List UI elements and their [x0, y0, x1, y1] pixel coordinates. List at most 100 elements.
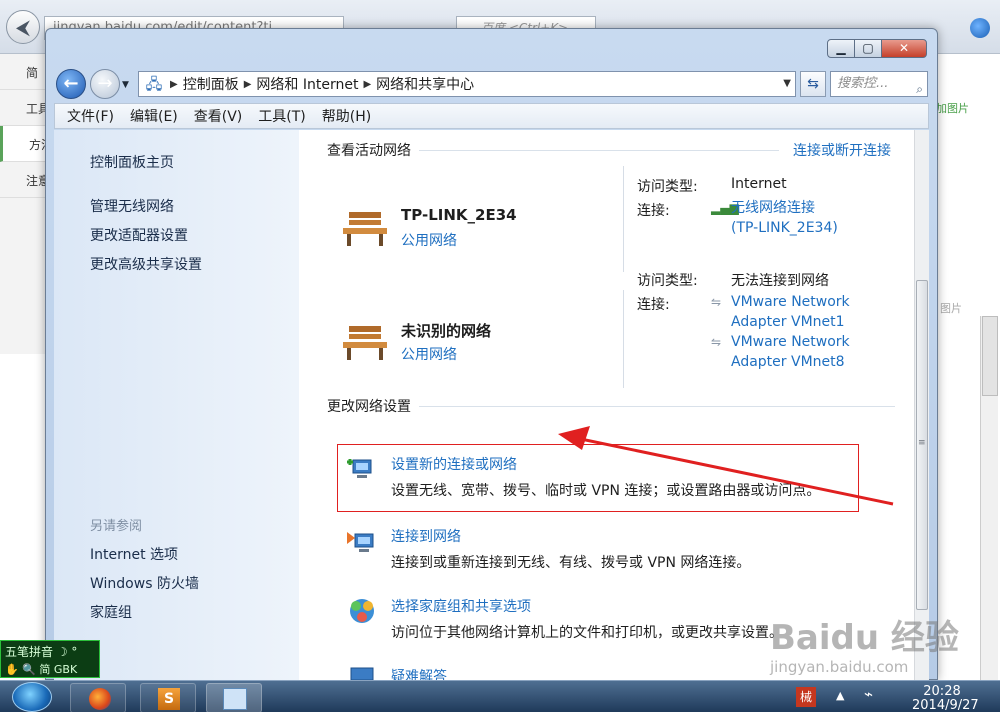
browser-left-item-active[interactable]: 方法 — [0, 126, 48, 162]
chevron-down-icon[interactable]: ▼ — [783, 78, 791, 89]
network-type-link[interactable]: 公用网络 — [401, 230, 457, 250]
watermark-logo-text: Baidu 经验 — [770, 618, 959, 658]
browser-back-icon[interactable]: ⮜ — [6, 10, 40, 44]
vmnet1-connection-link[interactable]: ⇋ VMware Network Adapter VMnet1 — [711, 292, 850, 332]
adapter-cable-icon: ⇋ — [711, 295, 722, 309]
taskbar-firefox-button[interactable] — [70, 683, 126, 712]
search-input[interactable]: 搜索控... ⌕ — [830, 71, 928, 97]
browser-scroll-thumb[interactable] — [982, 316, 998, 396]
adapter-cable-icon: ⇋ — [711, 335, 722, 349]
search-icon[interactable]: ⌕ — [916, 77, 923, 96]
ime-toolbar[interactable]: 五笔拼音 ☽ ° ✋ 🔍 简 GBK — [0, 640, 100, 678]
access-type-label: 访问类型: — [637, 273, 698, 289]
window-content: 控制面板主页 管理无线网络 更改适配器设置 更改高级共享设置 另请参阅 Inte… — [54, 130, 929, 685]
menu-bar: 文件(F) 编辑(E) 查看(V) 工具(T) 帮助(H) — [54, 103, 929, 129]
sidebar-item-homegroup[interactable]: 家庭组 — [90, 602, 132, 622]
ime-mode-label[interactable]: 五笔拼音 ☽ ° — [5, 643, 77, 660]
active-networks-title: 查看活动网络 — [327, 143, 411, 159]
browser-left-panel: 简 工具 方法 注意 — [0, 54, 48, 354]
task-title-link[interactable]: 选择家庭组和共享选项 — [391, 596, 531, 616]
taskbar-network-window-button[interactable] — [206, 683, 262, 712]
access-type-label: 访问类型: — [637, 179, 698, 195]
menu-tools[interactable]: 工具(T) — [258, 106, 305, 126]
connect-disconnect-link[interactable]: 连接或断开连接 — [793, 140, 891, 160]
task-title-link[interactable]: 设置新的连接或网络 — [391, 454, 517, 474]
back-arrow-icon[interactable]: ← — [56, 69, 86, 99]
chevron-right-icon[interactable]: ▶ — [170, 79, 178, 90]
watermark-url: jingyan.baidu.com — [770, 658, 909, 676]
task-title-link[interactable]: 连接到网络 — [391, 526, 461, 546]
sidebar-item-advanced-sharing[interactable]: 更改高级共享设置 — [90, 254, 202, 274]
task-sidebar: 控制面板主页 管理无线网络 更改适配器设置 更改高级共享设置 另请参阅 Inte… — [54, 130, 299, 681]
task-description: 连接到或重新连接到无线、有线、拨号或 VPN 网络连接。 — [391, 555, 751, 571]
recent-pages-chevron-icon[interactable]: ▼ — [122, 79, 134, 91]
minimize-button[interactable]: ▁ — [827, 39, 855, 58]
breadcrumb-network-internet[interactable]: 网络和 Internet — [256, 74, 358, 94]
task-description: 访问位于其他网络计算机上的文件和打印机，或更改共享设置。 — [391, 625, 783, 641]
bench-icon — [343, 326, 387, 360]
chevron-right-icon[interactable]: ▶ — [244, 79, 252, 90]
ime-status-label[interactable]: ✋ 🔍 简 GBK — [5, 661, 77, 677]
refresh-icon[interactable]: ⇆ — [800, 71, 826, 97]
maximize-button[interactable]: ▢ — [854, 39, 882, 58]
tray-ime-icon[interactable]: 械 — [796, 687, 816, 707]
connect-network-icon — [347, 532, 374, 552]
clock-date: 2014/9/27 — [912, 698, 979, 712]
browser-left-item[interactable]: 注意 — [0, 162, 48, 198]
baidu-watermark: Baidu 经验 jingyan.baidu.com — [770, 610, 990, 690]
sidebar-item-adapter-settings[interactable]: 更改适配器设置 — [90, 225, 188, 245]
new-connection-icon — [347, 459, 372, 478]
firefox-icon — [89, 688, 111, 710]
network-type-link[interactable]: 公用网络 — [401, 344, 457, 364]
network-name: TP-LINK_2E34 — [401, 206, 517, 224]
change-settings-title: 更改网络设置 — [327, 399, 411, 415]
menu-edit[interactable]: 编辑(E) — [130, 106, 178, 126]
access-type-value: 无法连接到网络 — [731, 273, 829, 289]
access-type-value: Internet — [731, 176, 787, 192]
network-sharing-center-window: ▁ ▢ ✕ ← → ▼ 🖧 ▶ 控制面板 ▶ 网络和 Internet ▶ 网络… — [45, 28, 938, 685]
see-also-heading: 另请参阅 — [90, 519, 143, 534]
start-button-icon[interactable] — [12, 682, 52, 712]
scroll-grip-icon: ≡ — [918, 438, 926, 448]
add-image-link[interactable]: 加图片 — [936, 100, 969, 116]
browser-globe-icon[interactable] — [970, 18, 990, 38]
menu-help[interactable]: 帮助(H) — [322, 106, 371, 126]
vmnet8-connection-link[interactable]: ⇋ VMware Network Adapter VMnet8 — [711, 332, 850, 372]
navigation-row: ← → ▼ 🖧 ▶ 控制面板 ▶ 网络和 Internet ▶ 网络和共享中心 … — [54, 69, 929, 99]
sidebar-item-firewall[interactable]: Windows 防火墙 — [90, 573, 199, 593]
breadcrumb-network-sharing-center[interactable]: 网络和共享中心 — [376, 74, 474, 94]
sidebar-item-internet-options[interactable]: Internet 选项 — [90, 544, 178, 564]
close-button[interactable]: ✕ — [881, 39, 927, 58]
tray-expand-icon[interactable]: ▲ — [836, 689, 844, 702]
forward-arrow-icon[interactable]: → — [90, 69, 120, 99]
sidebar-control-panel-home[interactable]: 控制面板主页 — [90, 152, 174, 172]
homegroup-icon — [350, 599, 374, 623]
main-panel: 查看活动网络 连接或断开连接 TP-LINK_2E34 公用网络 访问类型: I… — [299, 130, 914, 685]
vertical-divider — [623, 290, 624, 388]
sidebar-item-manage-wireless[interactable]: 管理无线网络 — [90, 196, 174, 216]
control-panel-icon: 🖧 — [145, 75, 163, 93]
section-divider — [419, 406, 895, 407]
window-controls: ▁ ▢ ✕ — [827, 39, 927, 58]
vertical-divider — [623, 166, 624, 272]
image-label: 图片 — [940, 302, 962, 315]
breadcrumb-control-panel[interactable]: 控制面板 — [183, 74, 239, 94]
task-description: 设置无线、宽带、拨号、临时或 VPN 连接；或设置路由器或访问点。 — [391, 483, 821, 499]
network-window-icon — [223, 688, 247, 710]
section-divider — [419, 150, 779, 151]
network-name: 未识别的网络 — [401, 322, 492, 340]
app-s-icon: S — [158, 688, 180, 710]
chevron-right-icon[interactable]: ▶ — [363, 79, 371, 90]
browser-left-item[interactable]: 工具 — [0, 90, 48, 126]
search-placeholder: 搜索控... — [837, 76, 889, 91]
menu-file[interactable]: 文件(F) — [67, 106, 114, 126]
address-bar[interactable]: 🖧 ▶ 控制面板 ▶ 网络和 Internet ▶ 网络和共享中心 ▼ — [138, 71, 796, 97]
menu-view[interactable]: 查看(V) — [194, 106, 243, 126]
connection-label: 连接: — [637, 297, 670, 313]
browser-left-item[interactable]: 简 — [0, 54, 48, 90]
taskbar-app-s-button[interactable]: S — [140, 683, 196, 712]
wireless-connection-link[interactable]: ▂▄▆无线网络连接 (TP-LINK_2E34) — [711, 198, 838, 238]
connection-label: 连接: — [637, 203, 670, 219]
bench-icon — [343, 212, 387, 246]
signal-bars-icon: ▂▄▆ — [711, 201, 739, 215]
